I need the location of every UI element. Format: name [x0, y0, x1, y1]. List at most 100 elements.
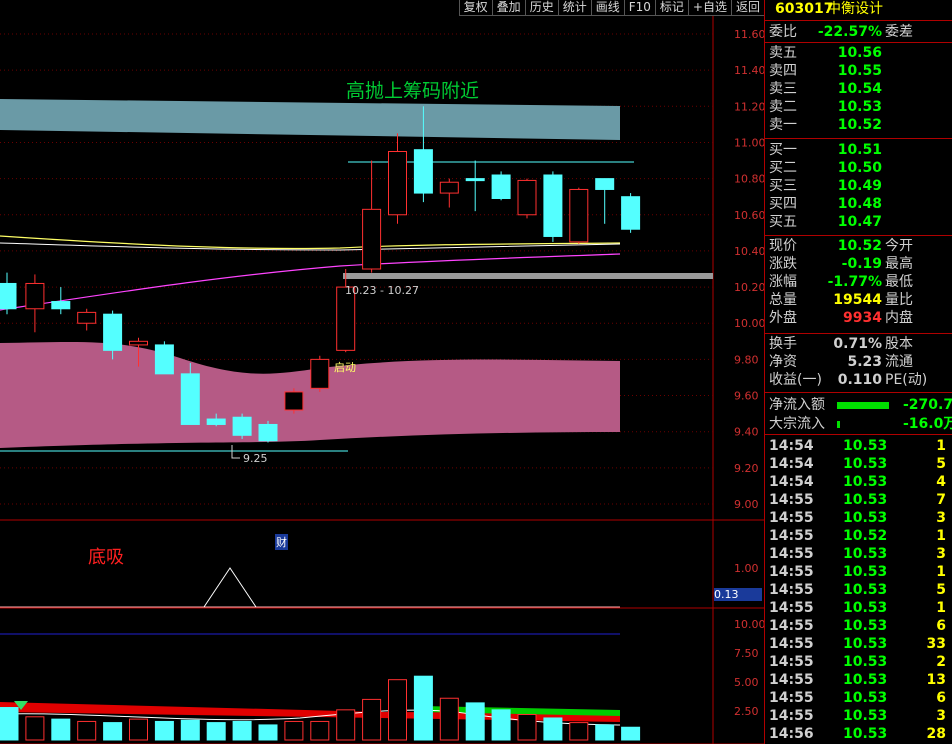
- tick-row[interactable]: 14:54 10.53 4: [767, 473, 952, 491]
- candle-body[interactable]: [595, 178, 615, 190]
- toolbar-button-5[interactable]: F10: [623, 0, 655, 16]
- candle-body[interactable]: [413, 149, 433, 194]
- candle-body[interactable]: [310, 358, 330, 389]
- tick-price: 10.53: [843, 546, 888, 562]
- quote-panel: 603017 中衡设计 委比 -22.57% 委差 卖五 10.56 卖四 10.55 卖三 1…: [764, 0, 952, 744]
- tick-time: 14:55: [769, 546, 814, 562]
- kline-chart-area[interactable]: 11.60 11.40 11.20 11.00 10.80 10.60 10.40 10.20…: [0, 0, 764, 744]
- stat2-row[interactable]: 换手 0.71% 股本: [767, 335, 952, 353]
- candle-body[interactable]: [491, 174, 511, 199]
- candle-body[interactable]: [25, 282, 45, 310]
- row-value: 10.47: [837, 214, 882, 230]
- volume-bar: [129, 718, 148, 741]
- tick-price: 10.53: [843, 618, 888, 634]
- tick-row[interactable]: 14:55 10.53 6: [767, 689, 952, 707]
- flow-row[interactable]: 大宗流入 -16.0万: [767, 415, 952, 433]
- buy-level-1[interactable]: 买一 10.51: [767, 141, 952, 159]
- candle-body[interactable]: [0, 282, 17, 310]
- sell-level-4[interactable]: 卖四 10.55: [767, 62, 952, 80]
- stat-row[interactable]: 外盘 9934 内盘: [767, 309, 952, 327]
- toolbar-button-6[interactable]: 标记: [654, 0, 688, 16]
- tick-row[interactable]: 14:55 10.53 1: [767, 599, 952, 617]
- buy-level-3[interactable]: 买三 10.49: [767, 177, 952, 195]
- candle-body[interactable]: [517, 179, 537, 216]
- tick-row[interactable]: 14:54 10.53 5: [767, 455, 952, 473]
- candle-body[interactable]: [362, 208, 382, 270]
- toolbar-button-0[interactable]: 复权: [458, 0, 492, 16]
- volume-bar: [465, 702, 485, 741]
- tick-row[interactable]: 14:55 10.52 1: [767, 527, 952, 545]
- tick-row[interactable]: 14:55 10.53 3: [767, 545, 952, 563]
- buy-level-4[interactable]: 买四 10.48: [767, 195, 952, 213]
- candle-body[interactable]: [258, 423, 278, 442]
- stat-row[interactable]: 涨跌 -0.19 最高: [767, 255, 952, 273]
- buy-level-5[interactable]: 买五 10.47: [767, 213, 952, 231]
- tick-price: 10.53: [843, 474, 888, 490]
- candle-body[interactable]: [543, 174, 563, 237]
- finance-marker[interactable]: 财: [275, 534, 288, 550]
- tick-time: 14:55: [769, 708, 814, 724]
- candle-body[interactable]: [51, 301, 71, 310]
- row-value: -1.77%: [827, 274, 882, 290]
- sell-level-2[interactable]: 卖二 10.53: [767, 98, 952, 116]
- indicator-spike: [203, 567, 257, 608]
- stat-row[interactable]: 现价 10.52 今开: [767, 237, 952, 255]
- buy-level-2[interactable]: 买二 10.50: [767, 159, 952, 177]
- toolbar-button-8[interactable]: 返回: [730, 0, 764, 16]
- tick-time: 14:55: [769, 672, 814, 688]
- stock-name: 中衡设计: [827, 1, 883, 17]
- sell-level-1[interactable]: 卖一 10.52: [767, 116, 952, 134]
- tick-row[interactable]: 14:55 10.53 2: [767, 653, 952, 671]
- flow-row[interactable]: 净流入额 -270.7万: [767, 396, 952, 414]
- tick-row[interactable]: 14:55 10.53 5: [767, 581, 952, 599]
- tick-row[interactable]: 14:54 10.53 1: [767, 437, 952, 455]
- price-tick-label: 9.20: [734, 462, 759, 475]
- candle-body[interactable]: [206, 418, 226, 425]
- candle-body[interactable]: [388, 151, 407, 216]
- candle-body[interactable]: [284, 391, 304, 411]
- candle-body[interactable]: [103, 313, 123, 351]
- row-value: 10.49: [837, 178, 882, 194]
- candle-body[interactable]: [154, 344, 174, 375]
- candle-body[interactable]: [77, 311, 97, 324]
- tick-time: 14:55: [769, 636, 814, 652]
- toolbar-button-7[interactable]: +自选: [687, 0, 731, 16]
- row-label: 委比: [769, 24, 797, 40]
- volume-bar: [362, 698, 382, 741]
- stat-row[interactable]: 总量 19544 量比: [767, 291, 952, 309]
- tick-price: 10.53: [843, 636, 888, 652]
- stat-row[interactable]: 涨幅 -1.77% 最低: [767, 273, 952, 291]
- sell-level-3[interactable]: 卖三 10.54: [767, 80, 952, 98]
- toolbar-button-3[interactable]: 统计: [557, 0, 591, 16]
- tick-row[interactable]: 14:55 10.53 13: [767, 671, 952, 689]
- stat2-row[interactable]: 净资 5.23 流通: [767, 353, 952, 371]
- tick-row[interactable]: 14:55 10.53 7: [767, 491, 952, 509]
- stat2-row[interactable]: 收益(一) 0.110 PE(动): [767, 371, 952, 389]
- price-tick-label: 9.80: [734, 353, 759, 366]
- tick-volume: 1: [936, 438, 946, 454]
- candle-body[interactable]: [180, 373, 200, 425]
- toolbar-button-1[interactable]: 叠加: [491, 0, 525, 16]
- sell-level-5[interactable]: 卖五 10.56: [767, 44, 952, 62]
- candle-body[interactable]: [439, 181, 459, 194]
- tick-time: 14:55: [769, 510, 814, 526]
- tick-row[interactable]: 14:56 10.53 28: [767, 725, 952, 743]
- weibi-row[interactable]: 委比 -22.57% 委差: [767, 23, 952, 41]
- candle-body[interactable]: [232, 416, 252, 436]
- candle-body[interactable]: [129, 340, 148, 346]
- tick-row[interactable]: 14:55 10.53 1: [767, 563, 952, 581]
- row-value: 0.110: [837, 372, 882, 388]
- tick-price: 10.53: [843, 510, 888, 526]
- candle-body[interactable]: [569, 188, 589, 243]
- tick-row[interactable]: 14:55 10.53 33: [767, 635, 952, 653]
- toolbar-button-4[interactable]: 画线: [590, 0, 624, 16]
- tick-row[interactable]: 14:55 10.53 3: [767, 707, 952, 725]
- tick-row[interactable]: 14:55 10.53 3: [767, 509, 952, 527]
- kline-chart-svg[interactable]: 11.60 11.40 11.20 11.00 10.80 10.60 10.40 10.20…: [0, 0, 764, 744]
- tick-row[interactable]: 14:55 10.53 6: [767, 617, 952, 635]
- toolbar-button-2[interactable]: 历史: [524, 0, 558, 16]
- tick-price: 10.53: [843, 726, 888, 742]
- tick-volume: 28: [926, 726, 946, 742]
- candle-body[interactable]: [621, 196, 641, 230]
- candle-body[interactable]: [465, 178, 485, 182]
